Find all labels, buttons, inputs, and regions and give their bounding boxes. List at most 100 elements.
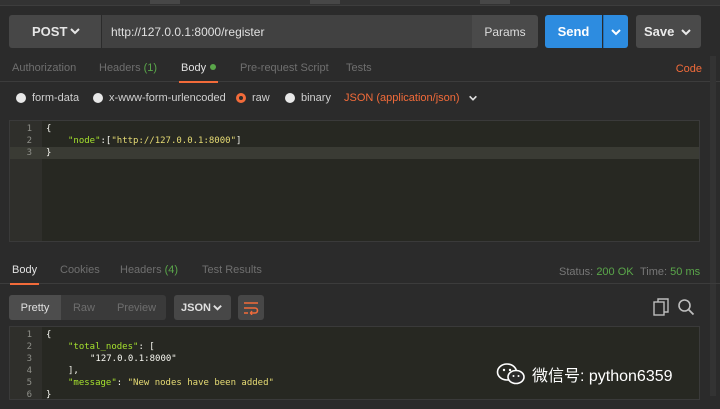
method-select[interactable]: POST	[9, 15, 101, 48]
tab-label: Test Results	[202, 264, 262, 276]
format-label: JSON	[181, 301, 211, 314]
content-type-select[interactable]: JSON (application/json)	[344, 92, 478, 104]
tab-pre-request-script[interactable]: Pre-request Script	[240, 62, 329, 74]
body-type-radios: form-data x-www-form-urlencoded raw bina…	[0, 88, 720, 110]
view-raw-button[interactable]: Raw	[61, 295, 107, 320]
status-value: 200 OK	[596, 266, 634, 278]
tab-label: Body	[12, 264, 38, 276]
json-string: "http://127.0.0.1:8000"	[111, 136, 236, 146]
json-string: "New nodes have been added"	[127, 378, 274, 388]
line-number: 3	[26, 148, 32, 158]
code-text: {	[46, 330, 52, 340]
params-label: Params	[484, 24, 526, 39]
code-line: 1 {	[10, 123, 699, 135]
tab-label: Body	[181, 62, 207, 74]
tab-test-results[interactable]: Test Results	[202, 264, 262, 276]
view-pretty-button[interactable]: Pretty	[9, 295, 61, 320]
code-text: }	[46, 148, 52, 158]
code-text: "total_nodes": [	[68, 341, 155, 353]
wrap-lines-icon	[244, 301, 259, 315]
time-label: Time:	[640, 266, 668, 278]
line-number: 3	[26, 354, 32, 364]
format-select[interactable]: JSON	[174, 295, 231, 320]
wrap-lines-button[interactable]	[238, 295, 264, 320]
json-string: "127.0.0.1:8000"	[90, 354, 177, 364]
search-icon[interactable]	[677, 298, 695, 316]
radio-raw[interactable]: raw	[236, 92, 270, 104]
code-text: "message": "New nodes have been added"	[68, 377, 274, 389]
tab-authorization[interactable]: Authorization	[12, 62, 76, 74]
radio-form-data[interactable]: form-data	[16, 92, 79, 104]
tab-response-body[interactable]: Body	[9, 264, 40, 285]
json-key: "total_nodes"	[68, 342, 139, 352]
tab-headers[interactable]: Headers (1)	[99, 62, 157, 74]
json-punct: :[	[100, 136, 112, 146]
status-label: Status:	[559, 266, 594, 278]
code-line: 2 "node":["http://127.0.0.1:8000"]	[10, 135, 699, 147]
top-tab-strip	[0, 0, 720, 6]
chevron-down-icon	[468, 95, 477, 101]
tab-marker	[150, 0, 180, 4]
save-label: Save	[644, 24, 675, 39]
chevron-down-icon	[611, 28, 621, 35]
copy-icon[interactable]	[653, 298, 669, 316]
code-text: "node":["http://127.0.0.1:8000"]	[68, 135, 241, 147]
code-line: 3 }	[10, 147, 699, 159]
code-text: }	[46, 390, 52, 400]
tab-marker	[480, 0, 510, 4]
headers-count: (1)	[143, 62, 158, 74]
radio-label: form-data	[32, 92, 80, 104]
save-button[interactable]: Save	[636, 15, 701, 48]
code-link[interactable]: Code	[676, 63, 702, 75]
content-type-label: JSON (application/json)	[344, 92, 460, 104]
json-punct: : [	[138, 342, 155, 352]
chevron-down-icon	[70, 28, 80, 35]
code-line: 6 }	[10, 389, 699, 400]
chevron-down-icon	[681, 29, 691, 36]
code-line: 1 {	[10, 329, 699, 341]
wechat-icon	[496, 363, 525, 385]
response-tabs: Body Cookies Headers (4) Test Results St…	[0, 260, 720, 285]
radio-label: x-www-form-urlencoded	[109, 92, 226, 104]
request-body-editor[interactable]: 1 { 2 "node":["http://127.0.0.1:8000"] 3…	[9, 120, 700, 242]
request-tabs: Authorization Headers (1) Body Pre-reque…	[0, 58, 720, 83]
send-dropdown-button[interactable]	[603, 15, 628, 48]
method-label: POST	[32, 24, 68, 39]
chevron-down-icon	[213, 305, 222, 311]
tab-response-headers[interactable]: Headers (4)	[120, 264, 178, 276]
tab-marker	[310, 0, 340, 4]
tab-tests[interactable]: Tests	[346, 62, 372, 74]
url-input[interactable]: http://127.0.0.1:8000/register	[102, 15, 472, 48]
radio-circle	[285, 93, 295, 103]
url-text: http://127.0.0.1:8000/register	[111, 24, 265, 39]
scrollbar[interactable]	[710, 56, 716, 396]
radio-label: binary	[301, 92, 331, 104]
watermark-text: 微信号: python6359	[532, 368, 673, 385]
time-readout: Time: 50 ms	[640, 266, 700, 278]
radio-binary[interactable]: binary	[285, 92, 331, 104]
json-key: "node"	[68, 136, 101, 146]
line-number: 6	[26, 390, 32, 400]
radio-circle	[93, 93, 103, 103]
code-text: ],	[68, 366, 79, 376]
tab-body[interactable]: Body	[178, 62, 219, 83]
watermark: 微信号: python6359	[496, 362, 673, 386]
params-button[interactable]: Params	[472, 15, 538, 48]
json-key: "message"	[68, 378, 117, 388]
radio-label: raw	[252, 92, 270, 104]
json-punct: :	[116, 378, 128, 388]
send-label: Send	[557, 24, 590, 39]
tab-label: Cookies	[60, 264, 100, 276]
code-text: {	[46, 124, 52, 134]
view-preview-button[interactable]: Preview	[107, 295, 166, 320]
radio-circle	[16, 93, 26, 103]
line-number: 2	[26, 136, 32, 146]
line-number: 1	[26, 330, 32, 340]
headers-count: (4)	[164, 264, 179, 276]
tab-label: Pre-request Script	[240, 62, 329, 74]
send-button[interactable]: Send	[545, 15, 602, 48]
line-number: 5	[26, 378, 32, 388]
radio-x-www-form-urlencoded[interactable]: x-www-form-urlencoded	[93, 92, 226, 104]
line-number: 4	[26, 366, 32, 376]
tab-cookies[interactable]: Cookies	[60, 264, 100, 276]
